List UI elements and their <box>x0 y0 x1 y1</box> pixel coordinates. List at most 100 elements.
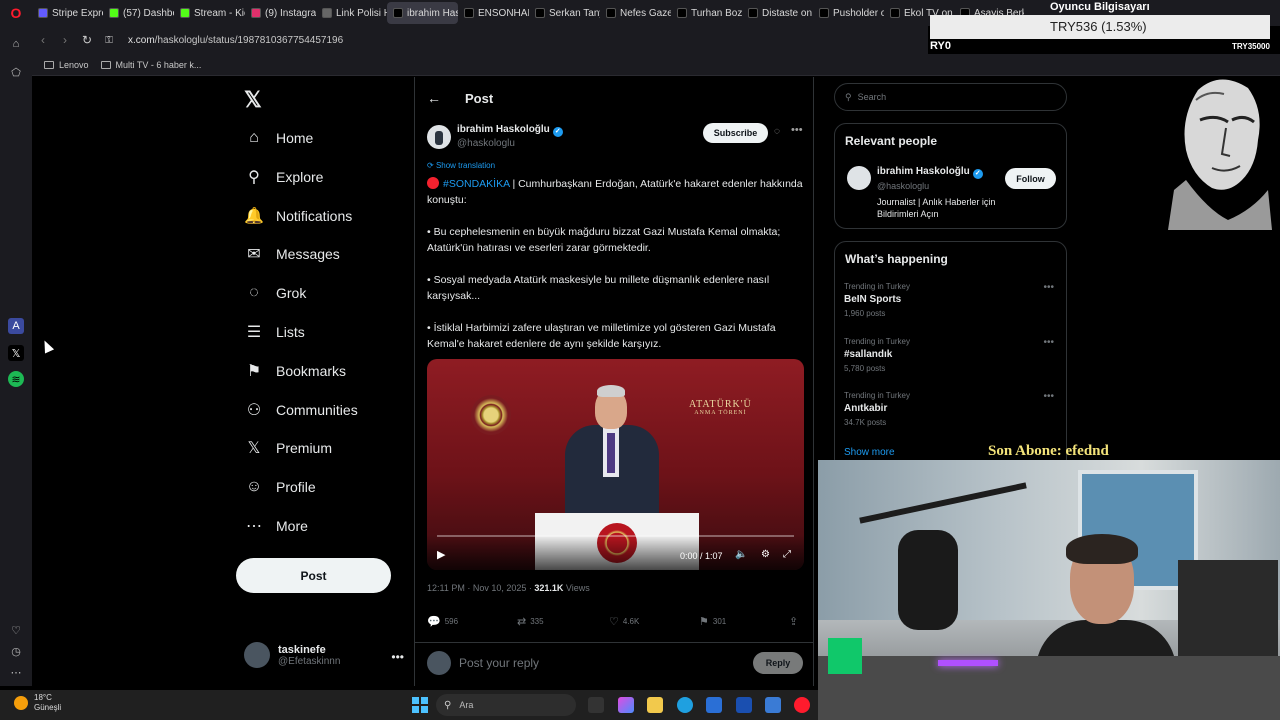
bookmark-action[interactable]: ⚑ 301 <box>699 615 726 628</box>
browser-tab[interactable]: Turhan Bozku <box>671 2 742 24</box>
play-icon[interactable]: ▶ <box>437 548 445 561</box>
share-action[interactable]: ⇪ <box>789 615 802 628</box>
bookmark-label: Lenovo <box>59 59 89 70</box>
browser-tab[interactable]: ENSONHABER <box>458 2 529 24</box>
task-view-icon[interactable] <box>588 697 604 713</box>
nav-item-home[interactable]: ⌂ Home <box>244 125 313 151</box>
video-player[interactable]: ATATÜRK'Ü ANMA TÖRENİ ▶ 0:00 / 1:07 🔈 ⚙ ⤢ <box>427 359 804 570</box>
trend-item[interactable]: Trending in Turkey BeIN Sports 1,960 posts… <box>844 282 1054 318</box>
more-icon[interactable]: ⋯ <box>8 664 24 680</box>
edge-icon[interactable] <box>677 697 693 713</box>
volume-icon[interactable]: 🔈 <box>735 549 747 560</box>
nav-item-more[interactable]: ⋯ More <box>244 513 308 539</box>
browser-tab[interactable]: Link Polisi Hak <box>316 2 387 24</box>
nav-item-explore[interactable]: ⚲ Explore <box>244 164 323 190</box>
repost-icon: ⇄ <box>517 616 527 628</box>
more-icon[interactable]: ••• <box>791 124 803 136</box>
verified-badge-icon: ✓ <box>972 169 983 179</box>
person-name[interactable]: ibrahim Haskoloğlu ✓ <box>877 166 983 179</box>
bookmark-icon: ⚑ <box>699 616 709 628</box>
nav-item-communities[interactable]: ⚇ Communities <box>244 397 358 423</box>
tab-label: ENSONHABER <box>478 7 529 19</box>
x-logo-icon[interactable]: 𝕏 <box>244 87 262 113</box>
nav-item-premium[interactable]: 𝕏 Premium <box>244 435 332 461</box>
author-handle[interactable]: @haskologlu <box>457 138 515 149</box>
more-icon[interactable]: ••• <box>1043 337 1054 348</box>
more-icon[interactable]: ••• <box>391 650 404 664</box>
person-bio: Journalist | Anlık Haberler için Bildiri… <box>877 197 996 219</box>
home-icon: ⌂ <box>249 129 259 146</box>
mail-icon[interactable] <box>765 697 781 713</box>
opera-logo-icon[interactable]: O <box>0 0 32 26</box>
trend-item[interactable]: Trending in Turkey Anıtkabir 34.7K posts ••… <box>844 391 1054 427</box>
history-icon[interactable]: ◷ <box>8 643 24 659</box>
search-input[interactable]: ⚲ Search <box>834 83 1067 111</box>
browser-tab[interactable]: Stripe Express <box>32 2 103 24</box>
forward-icon[interactable]: › <box>54 33 76 47</box>
nav-item-label: Messages <box>276 246 340 263</box>
more-icon[interactable]: ••• <box>1043 282 1054 293</box>
nav-item-notifications[interactable]: 🔔 Notifications <box>244 203 352 229</box>
reload-icon[interactable]: ↻ <box>76 33 98 47</box>
trend-count: 1,960 posts <box>844 309 886 318</box>
search-icon: ⚲ <box>845 91 852 102</box>
back-icon[interactable]: ‹ <box>32 33 54 47</box>
url-field[interactable]: x.com/haskologlu/status/1987810367754457… <box>128 35 343 46</box>
browser-tab[interactable]: Pusholder on <box>813 2 884 24</box>
browser-tab[interactable]: Serkan Tanyıld <box>529 2 600 24</box>
communities-icon: ⚇ <box>246 401 262 419</box>
settings-icon[interactable]: ⚙ <box>761 549 770 560</box>
like-action[interactable]: ♡ 4.6K <box>609 615 639 628</box>
show-more-link[interactable]: Show more <box>844 447 895 458</box>
trend-item[interactable]: Trending in Turkey #sallandık 5,780 posts •… <box>844 337 1054 373</box>
site-info-icon[interactable]: ⚿ <box>98 35 120 46</box>
more-icon[interactable]: ••• <box>1043 391 1054 402</box>
video-progress-bar[interactable] <box>437 535 794 537</box>
nav-item-profile[interactable]: ☺ Profile <box>244 474 316 500</box>
bookmark-lenovo[interactable]: Lenovo <box>44 60 89 70</box>
browser-tab[interactable]: Stream - Kick <box>174 2 245 24</box>
nav-item-bookmarks[interactable]: ⚑ Bookmarks <box>244 358 346 384</box>
post-timestamp[interactable]: 12:11 PM · Nov 10, 2025 · <box>427 583 534 593</box>
nav-item-messages[interactable]: ✉ Messages <box>244 241 340 267</box>
account-switcher[interactable]: taskinefe @Efetaskinnn ••• <box>244 642 404 668</box>
spotify-icon[interactable]: ≋ <box>8 371 24 387</box>
reply-action[interactable]: 💬 596 <box>427 615 458 628</box>
subscribe-button[interactable]: Subscribe <box>703 123 768 143</box>
browser-tab[interactable]: Distaste on X <box>742 2 813 24</box>
bookmark-multi-tv[interactable]: Multi TV - 6 haber k... <box>100 60 201 70</box>
reply-button[interactable]: Reply <box>753 652 803 674</box>
back-arrow-icon[interactable]: ← <box>427 90 441 106</box>
fullscreen-icon[interactable]: ⤢ <box>783 549 791 560</box>
opera-icon[interactable] <box>794 697 810 713</box>
taskbar-search[interactable]: ⚲ Ara <box>436 694 576 716</box>
copilot-icon[interactable] <box>618 697 634 713</box>
grok-icon[interactable]: ◌ <box>774 126 780 137</box>
file-explorer-icon[interactable] <box>647 697 663 713</box>
pin-icon[interactable]: ⬠ <box>8 64 24 80</box>
tab-favicon-icon <box>890 8 900 18</box>
heart-icon[interactable]: ♡ <box>8 622 24 638</box>
nav-item-grok[interactable]: ◌ Grok <box>244 280 306 306</box>
app-store-icon[interactable]: A <box>8 318 24 334</box>
x-app-icon[interactable]: 𝕏 <box>8 345 24 361</box>
app-l-icon[interactable] <box>736 697 752 713</box>
show-translation-link[interactable]: ⟳ Show translation <box>427 161 495 170</box>
follow-button[interactable]: Follow <box>1005 168 1056 189</box>
avatar[interactable] <box>847 166 871 190</box>
browser-tab[interactable]: Nefes Gazete <box>600 2 671 24</box>
browser-tab[interactable]: (9) Instagram <box>245 2 316 24</box>
store-icon[interactable] <box>706 697 722 713</box>
weather-widget[interactable]: 18°C Güneşli <box>14 693 61 713</box>
nav-item-lists[interactable]: ☰ Lists <box>244 319 305 345</box>
hashtag-link[interactable]: #SONDAKİKA <box>443 178 510 190</box>
post-button[interactable]: Post <box>236 558 391 593</box>
browser-tab[interactable]: (57) Dashboar <box>103 2 174 24</box>
home-icon[interactable]: ⌂ <box>8 36 24 52</box>
repost-action[interactable]: ⇄ 335 <box>517 615 544 628</box>
reply-input[interactable]: Post your reply <box>459 656 539 670</box>
browser-tab[interactable]: ibrahim Haskoloğlu on <box>387 2 458 24</box>
windows-start-icon[interactable] <box>412 697 428 713</box>
author-name[interactable]: ibrahim Haskoloğlu ✓ <box>457 124 563 137</box>
author-avatar[interactable] <box>427 125 451 149</box>
